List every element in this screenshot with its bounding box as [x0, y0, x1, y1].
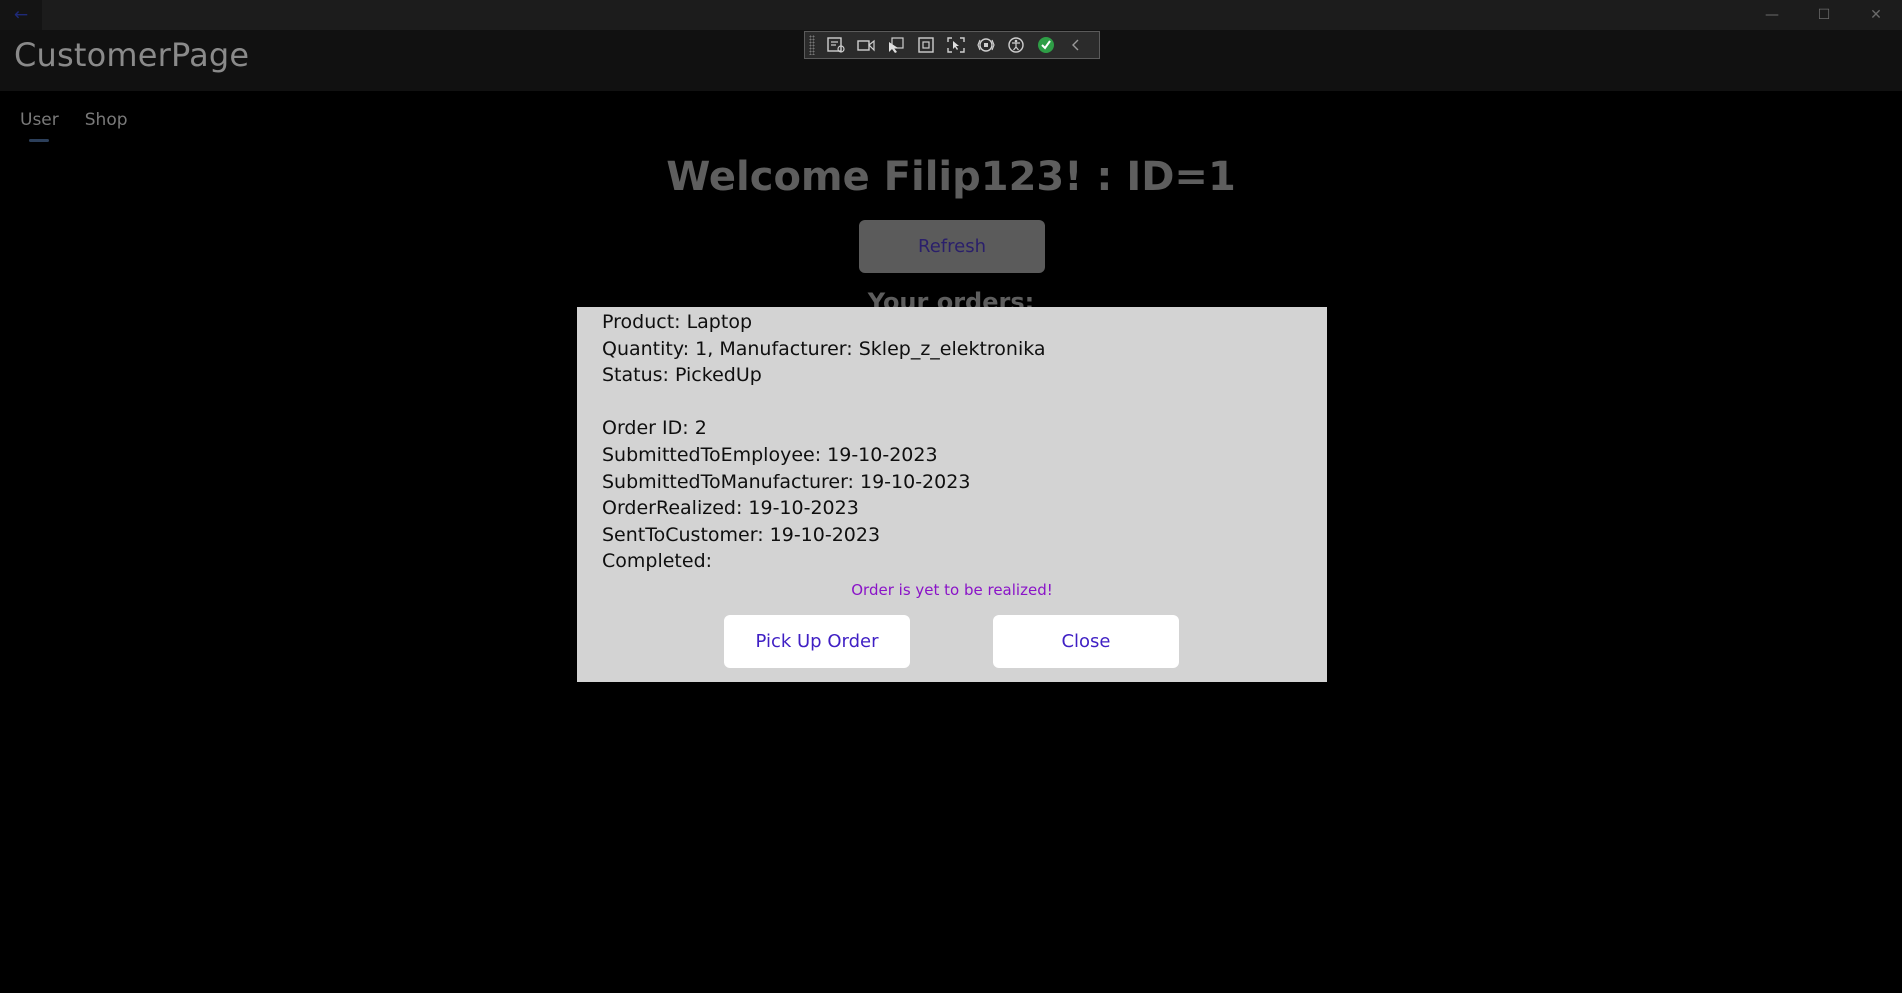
- app-window: ← — ☐ ✕ CustomerPage User Shop Welcome F…: [0, 0, 1902, 993]
- binding-failures-icon[interactable]: [971, 33, 1001, 57]
- tab-shop-label: Shop: [84, 110, 128, 130]
- order-notice: Order is yet to be realized!: [851, 581, 1053, 599]
- detail-completed: Completed:: [602, 550, 713, 573]
- minimize-button[interactable]: —: [1746, 0, 1798, 30]
- title-bar: ← — ☐ ✕: [0, 0, 1902, 30]
- tab-user-label: User: [20, 110, 59, 130]
- page-title: CustomerPage: [14, 36, 250, 74]
- detail-status: Status: PickedUp: [602, 364, 762, 387]
- nav-tabs: User Shop: [20, 110, 128, 142]
- toolbar-grip-handle[interactable]: [809, 35, 815, 55]
- detail-order-realized: OrderRealized: 19-10-2023: [602, 497, 859, 520]
- order-details: Product: Laptop Quantity: 1, Manufacture…: [602, 309, 1046, 575]
- minimize-icon: —: [1765, 7, 1779, 23]
- window-controls: — ☐ ✕: [1746, 0, 1902, 30]
- detail-quantity-manufacturer: Quantity: 1, Manufacturer: Sklep_z_elekt…: [602, 337, 1046, 360]
- select-element-icon[interactable]: [881, 33, 911, 57]
- detail-submitted-to-employee: SubmittedToEmployee: 19-10-2023: [602, 443, 938, 466]
- close-window-button[interactable]: ✕: [1850, 0, 1902, 30]
- detail-submitted-to-manufacturer: SubmittedToManufacturer: 19-10-2023: [602, 470, 971, 493]
- live-visual-tree-icon[interactable]: [821, 33, 851, 57]
- close-icon: ✕: [1870, 7, 1882, 23]
- order-details-popup: Product: Laptop Quantity: 1, Manufacture…: [577, 307, 1327, 682]
- track-focus-icon[interactable]: [941, 33, 971, 57]
- pick-up-order-button[interactable]: Pick Up Order: [724, 615, 910, 668]
- welcome-heading: Welcome Filip123! : ID=1: [666, 154, 1236, 200]
- detail-product: Product: Laptop: [602, 311, 753, 333]
- collapse-chevron-icon[interactable]: [1061, 33, 1091, 57]
- arrow-left-icon: ←: [13, 5, 29, 25]
- back-button[interactable]: ←: [0, 0, 42, 30]
- detail-spacer: [602, 389, 1046, 416]
- tab-selected-indicator: [29, 139, 49, 142]
- checked-status-icon[interactable]: [1031, 33, 1061, 57]
- display-adorners-icon[interactable]: [911, 33, 941, 57]
- refresh-button[interactable]: Refresh: [859, 220, 1045, 273]
- xaml-debug-toolbar: [804, 31, 1100, 59]
- maximize-button[interactable]: ☐: [1798, 0, 1850, 30]
- detail-sent-to-customer: SentToCustomer: 19-10-2023: [602, 523, 881, 546]
- maximize-icon: ☐: [1817, 7, 1831, 23]
- tab-shop[interactable]: Shop: [85, 110, 128, 142]
- detail-order-id: Order ID: 2: [602, 417, 707, 440]
- accessibility-icon[interactable]: [1001, 33, 1031, 57]
- tab-user[interactable]: User: [20, 110, 59, 142]
- video-camera-icon[interactable]: [851, 33, 881, 57]
- close-button[interactable]: Close: [993, 615, 1179, 668]
